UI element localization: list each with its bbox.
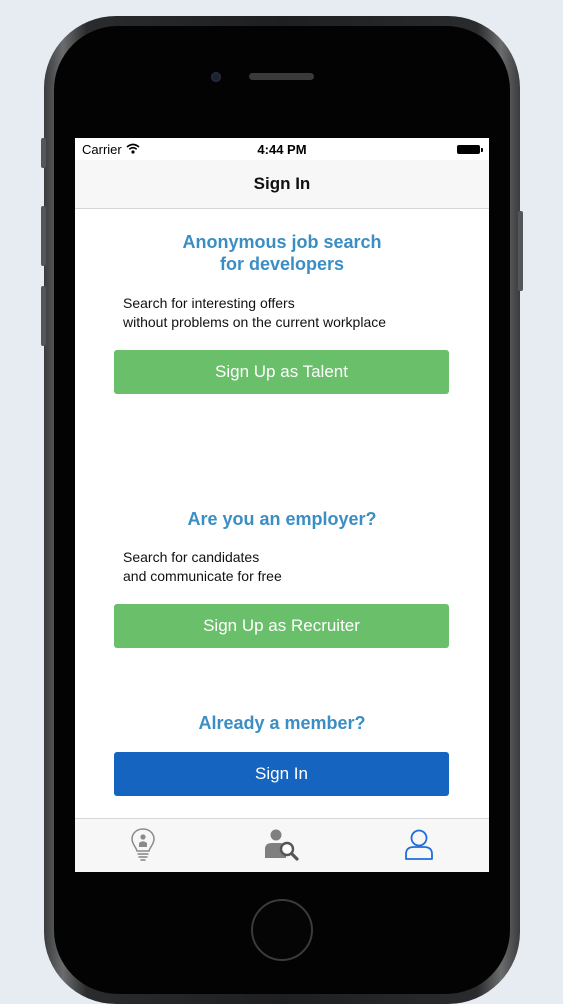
- talent-heading-line2: for developers: [219, 254, 345, 274]
- status-bar: Carrier 4:44 PM: [75, 138, 489, 160]
- volume-down-button: [41, 286, 46, 346]
- volume-up-button: [41, 206, 46, 266]
- recruiter-search-icon: [263, 827, 299, 866]
- employer-desc-line2: and communicate for free: [123, 568, 282, 584]
- lightbulb-person-icon: [128, 826, 158, 867]
- status-time: 4:44 PM: [257, 142, 307, 157]
- page-title: Sign In: [253, 174, 311, 193]
- tab-bar: [75, 818, 489, 872]
- mute-switch: [41, 138, 46, 168]
- power-button: [518, 211, 523, 291]
- battery-icon: [457, 145, 483, 154]
- member-heading: Already a member?: [198, 713, 366, 733]
- sign-in-button[interactable]: Sign In: [114, 752, 449, 796]
- employer-desc-line1: Search for candidates: [123, 549, 260, 565]
- sign-up-recruiter-button[interactable]: Sign Up as Recruiter: [114, 604, 449, 648]
- talent-desc-line2: without problems on the current workplac…: [123, 314, 387, 330]
- tab-talent[interactable]: [123, 827, 163, 865]
- talent-heading-line1: Anonymous job search: [182, 232, 382, 252]
- employer-description: Search for candidates and communicate fo…: [123, 548, 453, 586]
- talent-heading: Anonymous job search for developers: [75, 231, 489, 275]
- home-button[interactable]: [251, 899, 313, 961]
- employer-heading: Are you an employer?: [187, 509, 377, 529]
- tab-profile[interactable]: [399, 827, 439, 865]
- tab-recruiter[interactable]: [261, 827, 301, 865]
- app-screen: Carrier 4:44 PM Sign In Anonymous job se…: [75, 138, 489, 872]
- earpiece-speaker: [249, 73, 314, 80]
- user-profile-icon: [403, 827, 435, 866]
- sign-up-talent-button[interactable]: Sign Up as Talent: [114, 350, 449, 394]
- talent-description: Search for interesting offers without pr…: [123, 294, 453, 332]
- navigation-bar: Sign In: [75, 160, 489, 209]
- talent-desc-line1: Search for interesting offers: [123, 295, 295, 311]
- front-camera: [211, 72, 221, 82]
